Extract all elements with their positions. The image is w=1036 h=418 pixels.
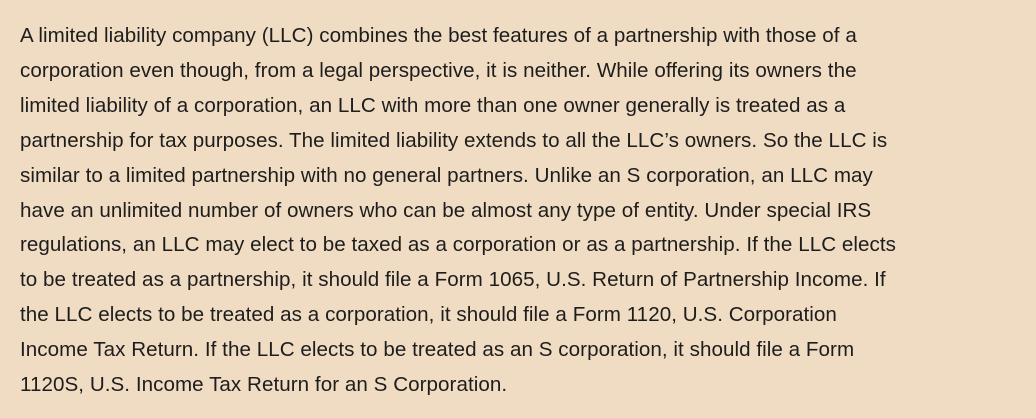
llc-paragraph: A limited liability company (LLC) combin… <box>20 19 1022 403</box>
paragraph-line-4: partnership for tax purposes. The limite… <box>20 128 888 152</box>
text-panel: A limited liability company (LLC) combin… <box>0 0 1036 418</box>
paragraph-line-9: the LLC elects to be treated as a corpor… <box>20 303 837 327</box>
paragraph-line-5: similar to a limited partnership with no… <box>20 163 873 187</box>
paragraph-line-2: corporation even though, from a legal pe… <box>20 58 857 82</box>
paragraph-line-8: to be treated as a partnership, it shoul… <box>20 268 886 292</box>
paragraph-line-11: 1120S, U.S. Income Tax Return for an S C… <box>20 373 508 397</box>
paragraph-line-6: have an unlimited number of owners who c… <box>20 198 872 222</box>
paragraph-line-1: A limited liability company (LLC) combin… <box>20 24 857 47</box>
paragraph-line-10: Income Tax Return. If the LLC elects to … <box>20 338 855 362</box>
paragraph-line-7: regulations, an LLC may elect to be taxe… <box>20 233 897 257</box>
paragraph-line-3: limited liability of a corporation, an L… <box>20 93 846 117</box>
